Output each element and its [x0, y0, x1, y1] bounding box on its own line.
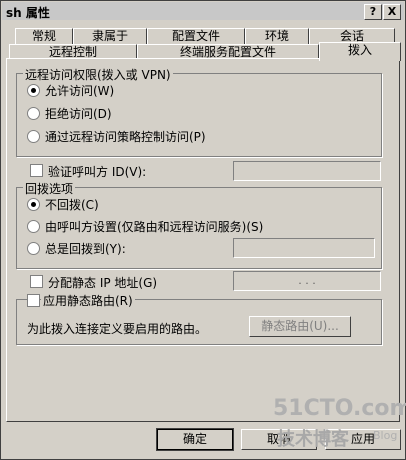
static-routes-group: 应用静态路由(R) 为此拨入连接定义要启用的路由。 静态路由(U)... — [16, 292, 382, 345]
callback-group: 回拨选项 不回拨(C) 由呼叫方设置(仅路由和远程访问服务)(S) 总是回拨到(… — [16, 180, 382, 269]
window-title: sh 属性 — [6, 6, 50, 20]
deny-access-label[interactable]: 拒绝访问(D) — [45, 105, 112, 122]
static-routes-button[interactable]: 静态路由(U)... — [249, 316, 351, 337]
verify-caller-label[interactable]: 验证呼叫方 ID(V): — [48, 163, 146, 180]
tab-environment[interactable]: 环境 — [245, 28, 309, 44]
no-callback-radio[interactable] — [27, 198, 40, 211]
watermark-logo: 51CTO.com — [273, 396, 406, 421]
tab-profile[interactable]: 配置文件 — [147, 28, 245, 44]
caller-set-radio[interactable] — [27, 220, 40, 233]
tab-general[interactable]: 常规 — [15, 28, 73, 44]
remote-access-legend: 远程访问权限(拨入或 VPN) — [23, 66, 173, 83]
static-routes-checkbox[interactable] — [27, 294, 40, 307]
always-callback-label[interactable]: 总是回拨到(Y): — [45, 240, 126, 257]
watermark-subtitle: 技术博客 — [277, 429, 349, 450]
deny-access-radio[interactable] — [27, 107, 40, 120]
always-callback-input[interactable] — [233, 238, 375, 258]
allow-access-label[interactable]: 允许访问(W) — [45, 82, 114, 99]
remote-access-group: 远程访问权限(拨入或 VPN) 允许访问(W) 拒绝访问(D) 通过远程访问策略… — [16, 66, 382, 157]
policy-access-label[interactable]: 通过远程访问策略控制访问(P) — [45, 128, 206, 145]
tab-dial-in[interactable]: 拨入 — [319, 42, 401, 61]
dial-in-panel: 远程访问权限(拨入或 VPN) 允许访问(W) 拒绝访问(D) 通过远程访问策略… — [6, 58, 400, 422]
ok-button[interactable]: 确定 — [156, 428, 234, 451]
properties-dialog: sh 属性 ? X 常规 隶属于 配置文件 环境 会话 远程控制 终端服务配置文… — [0, 0, 406, 460]
static-routes-description: 为此拨入连接定义要启用的路由。 — [27, 322, 208, 336]
no-callback-label[interactable]: 不回拨(C) — [45, 196, 99, 213]
callback-legend: 回拨选项 — [23, 180, 76, 197]
static-routes-legend[interactable]: 应用静态路由(R) — [41, 292, 135, 309]
always-callback-radio[interactable] — [27, 242, 40, 255]
static-ip-input[interactable]: . . . — [233, 271, 381, 291]
allow-access-radio[interactable] — [27, 84, 40, 97]
title-bar: sh 属性 ? X — [2, 2, 404, 20]
policy-access-radio[interactable] — [27, 130, 40, 143]
static-ip-checkbox[interactable] — [30, 275, 43, 288]
tab-member-of[interactable]: 隶属于 — [73, 28, 147, 44]
caller-set-label[interactable]: 由呼叫方设置(仅路由和远程访问服务)(S) — [45, 218, 263, 235]
verify-caller-input[interactable] — [233, 161, 381, 181]
close-button[interactable]: X — [383, 4, 401, 20]
verify-caller-checkbox[interactable] — [30, 164, 43, 177]
static-ip-label[interactable]: 分配静态 IP 地址(G) — [48, 274, 157, 291]
help-button[interactable]: ? — [364, 4, 382, 20]
watermark-blog: Blog — [373, 429, 398, 442]
